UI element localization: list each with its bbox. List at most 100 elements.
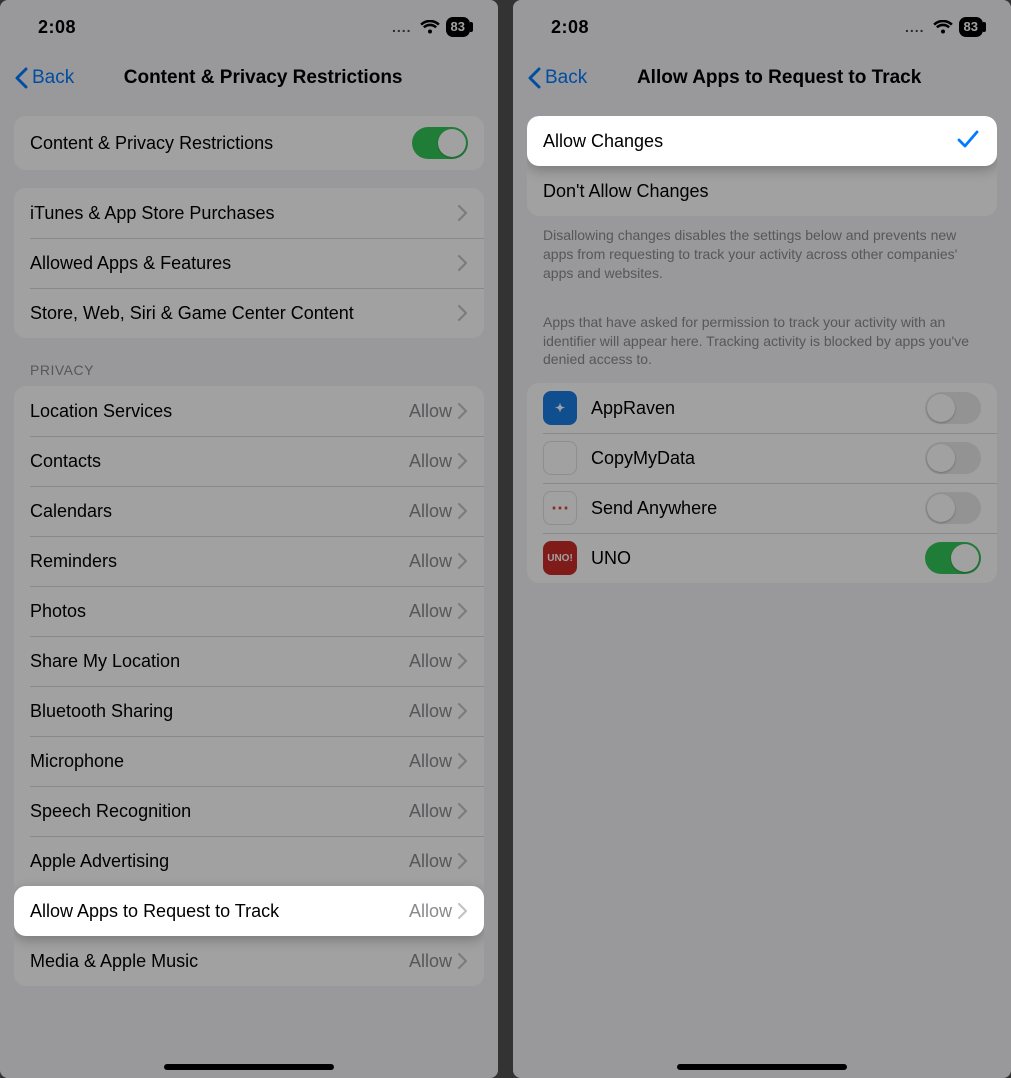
status-time: 2:08 bbox=[38, 17, 76, 38]
app-icon-copymydata: ⇄ bbox=[543, 441, 577, 475]
option-row-allow-changes[interactable]: Allow Changes bbox=[527, 116, 997, 166]
privacy-row-allow-apps-to-request-to-track[interactable]: Allow Apps to Request to TrackAllow bbox=[14, 886, 484, 936]
row-value: Allow bbox=[409, 501, 452, 522]
app-label: AppRaven bbox=[591, 398, 925, 419]
footer-text-1: Disallowing changes disables the setting… bbox=[543, 226, 981, 283]
nav-bar: Back Allow Apps to Request to Track bbox=[513, 54, 1011, 102]
home-indicator bbox=[164, 1064, 334, 1070]
cellular-dots-icon: .... bbox=[905, 19, 925, 35]
privacy-row-calendars[interactable]: CalendarsAllow bbox=[14, 486, 484, 536]
row-label: Calendars bbox=[30, 501, 409, 522]
master-toggle-row[interactable]: Content & Privacy Restrictions bbox=[14, 116, 484, 170]
status-bar: 2:08 .... 83 bbox=[513, 0, 1011, 54]
row-label: Share My Location bbox=[30, 651, 409, 672]
app-icon-uno: UNO! bbox=[543, 541, 577, 575]
app-icon-sendanywhere: ⋯ bbox=[543, 491, 577, 525]
app-row-appraven[interactable]: ✦ AppRaven bbox=[527, 383, 997, 433]
row-value: Allow bbox=[409, 551, 452, 572]
app-toggle-switch[interactable] bbox=[925, 392, 981, 424]
settings-row-itunes-app-store-purchases[interactable]: iTunes & App Store Purchases bbox=[14, 188, 484, 238]
home-indicator bbox=[677, 1064, 847, 1070]
option-label: Allow Changes bbox=[543, 131, 957, 152]
chevron-right-icon bbox=[458, 953, 468, 969]
app-row-uno[interactable]: UNO! UNO bbox=[527, 533, 997, 583]
chevron-left-icon bbox=[527, 67, 543, 89]
checkmark-icon bbox=[957, 129, 979, 154]
cellular-dots-icon: .... bbox=[392, 19, 412, 35]
app-label: UNO bbox=[591, 548, 925, 569]
chevron-right-icon bbox=[458, 503, 468, 519]
row-label: Store, Web, Siri & Game Center Content bbox=[30, 303, 458, 324]
privacy-row-apple-advertising[interactable]: Apple AdvertisingAllow bbox=[14, 836, 484, 886]
chevron-right-icon bbox=[458, 205, 468, 221]
row-label: Apple Advertising bbox=[30, 851, 409, 872]
settings-row-allowed-apps-features[interactable]: Allowed Apps & Features bbox=[14, 238, 484, 288]
row-label: Media & Apple Music bbox=[30, 951, 409, 972]
page-title: Allow Apps to Request to Track bbox=[561, 67, 997, 89]
row-label: Bluetooth Sharing bbox=[30, 701, 409, 722]
row-value: Allow bbox=[409, 701, 452, 722]
privacy-row-speech-recognition[interactable]: Speech RecognitionAllow bbox=[14, 786, 484, 836]
row-label: Allow Apps to Request to Track bbox=[30, 901, 409, 922]
page-title: Content & Privacy Restrictions bbox=[42, 67, 484, 89]
chevron-right-icon bbox=[458, 903, 468, 919]
chevron-right-icon bbox=[458, 853, 468, 869]
chevron-right-icon bbox=[458, 255, 468, 271]
app-toggle-switch[interactable] bbox=[925, 442, 981, 474]
app-row-send-anywhere[interactable]: ⋯ Send Anywhere bbox=[527, 483, 997, 533]
footer-text-2: Apps that have asked for permission to t… bbox=[543, 313, 981, 370]
privacy-row-bluetooth-sharing[interactable]: Bluetooth SharingAllow bbox=[14, 686, 484, 736]
row-value: Allow bbox=[409, 401, 452, 422]
chevron-right-icon bbox=[458, 305, 468, 321]
master-toggle-label: Content & Privacy Restrictions bbox=[30, 133, 412, 154]
row-value: Allow bbox=[409, 601, 452, 622]
row-label: Photos bbox=[30, 601, 409, 622]
app-row-copymydata[interactable]: ⇄CopyMyData bbox=[527, 433, 997, 483]
chevron-right-icon bbox=[458, 753, 468, 769]
chevron-right-icon bbox=[458, 803, 468, 819]
row-value: Allow bbox=[409, 751, 452, 772]
screenshot-left: 2:08 .... 83 Back Content & Privacy Rest… bbox=[0, 0, 498, 1078]
chevron-right-icon bbox=[458, 403, 468, 419]
status-time: 2:08 bbox=[551, 17, 589, 38]
row-value: Allow bbox=[409, 801, 452, 822]
privacy-row-contacts[interactable]: ContactsAllow bbox=[14, 436, 484, 486]
battery-icon: 83 bbox=[446, 17, 470, 37]
master-toggle-switch[interactable] bbox=[412, 127, 468, 159]
row-label: Location Services bbox=[30, 401, 409, 422]
privacy-row-reminders[interactable]: RemindersAllow bbox=[14, 536, 484, 586]
chevron-right-icon bbox=[458, 453, 468, 469]
row-label: Speech Recognition bbox=[30, 801, 409, 822]
row-label: Allowed Apps & Features bbox=[30, 253, 458, 274]
privacy-row-location-services[interactable]: Location ServicesAllow bbox=[14, 386, 484, 436]
row-value: Allow bbox=[409, 951, 452, 972]
chevron-right-icon bbox=[458, 703, 468, 719]
row-label: iTunes & App Store Purchases bbox=[30, 203, 458, 224]
option-row-don-t-allow-changes[interactable]: Don't Allow Changes bbox=[527, 166, 997, 216]
option-label: Don't Allow Changes bbox=[543, 181, 981, 202]
nav-bar: Back Content & Privacy Restrictions bbox=[0, 54, 498, 102]
privacy-row-photos[interactable]: PhotosAllow bbox=[14, 586, 484, 636]
privacy-row-microphone[interactable]: MicrophoneAllow bbox=[14, 736, 484, 786]
app-toggle-switch[interactable] bbox=[925, 542, 981, 574]
app-toggle-switch[interactable] bbox=[925, 492, 981, 524]
privacy-row-media-apple-music[interactable]: Media & Apple MusicAllow bbox=[14, 936, 484, 986]
chevron-left-icon bbox=[14, 67, 30, 89]
row-value: Allow bbox=[409, 651, 452, 672]
app-icon-appraven: ✦ bbox=[543, 391, 577, 425]
chevron-right-icon bbox=[458, 603, 468, 619]
settings-row-store-web-siri-game-center-content[interactable]: Store, Web, Siri & Game Center Content bbox=[14, 288, 484, 338]
row-value: Allow bbox=[409, 851, 452, 872]
chevron-right-icon bbox=[458, 553, 468, 569]
row-value: Allow bbox=[409, 901, 452, 922]
app-label: Send Anywhere bbox=[591, 498, 925, 519]
row-label: Contacts bbox=[30, 451, 409, 472]
row-value: Allow bbox=[409, 451, 452, 472]
status-bar: 2:08 .... 83 bbox=[0, 0, 498, 54]
privacy-row-share-my-location[interactable]: Share My LocationAllow bbox=[14, 636, 484, 686]
screenshot-right: 2:08 .... 83 Back Allow Apps to Request … bbox=[513, 0, 1011, 1078]
row-label: Reminders bbox=[30, 551, 409, 572]
wifi-icon bbox=[420, 20, 440, 35]
battery-icon: 83 bbox=[959, 17, 983, 37]
chevron-right-icon bbox=[458, 653, 468, 669]
